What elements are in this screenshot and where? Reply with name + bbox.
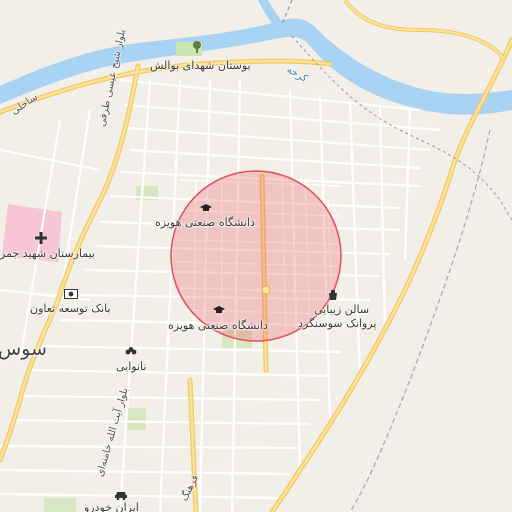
city-label[interactable]: سوس — [0, 340, 47, 359]
map-center-marker — [261, 285, 271, 295]
park-label[interactable]: بوستان شهدای بوالش — [150, 59, 251, 72]
bakery-icon[interactable] — [124, 344, 138, 358]
bank-label[interactable]: بانک توسعه تعاون — [30, 302, 111, 315]
hospital-cross-icon[interactable] — [34, 231, 48, 245]
salon-label-line1[interactable]: سالن زیبایی — [314, 303, 369, 316]
bank-icon[interactable] — [64, 287, 78, 301]
graduation-cap-icon[interactable] — [199, 201, 213, 215]
hospital-label[interactable]: بیمارستان شهید جمر — [0, 247, 95, 260]
car-icon[interactable] — [114, 488, 128, 502]
car-dealer-label[interactable]: ایران خودرو — [84, 501, 139, 512]
tree-icon[interactable] — [190, 40, 204, 54]
university-south-label[interactable]: دانشگاه صنعتی هویزه — [168, 319, 268, 332]
map-canvas[interactable]: بوستان شهدای بوالش دانشگاه صنعتی هویزه د… — [0, 0, 512, 512]
salon-label-line2[interactable]: پروانک سوسنگرد — [298, 317, 376, 330]
university-north-label[interactable]: دانشگاه صنعتی هویزه — [155, 216, 255, 229]
salon-icon[interactable] — [326, 288, 340, 302]
graduation-cap-icon[interactable] — [212, 303, 226, 317]
bakery-label[interactable]: نانوایی — [116, 360, 146, 373]
